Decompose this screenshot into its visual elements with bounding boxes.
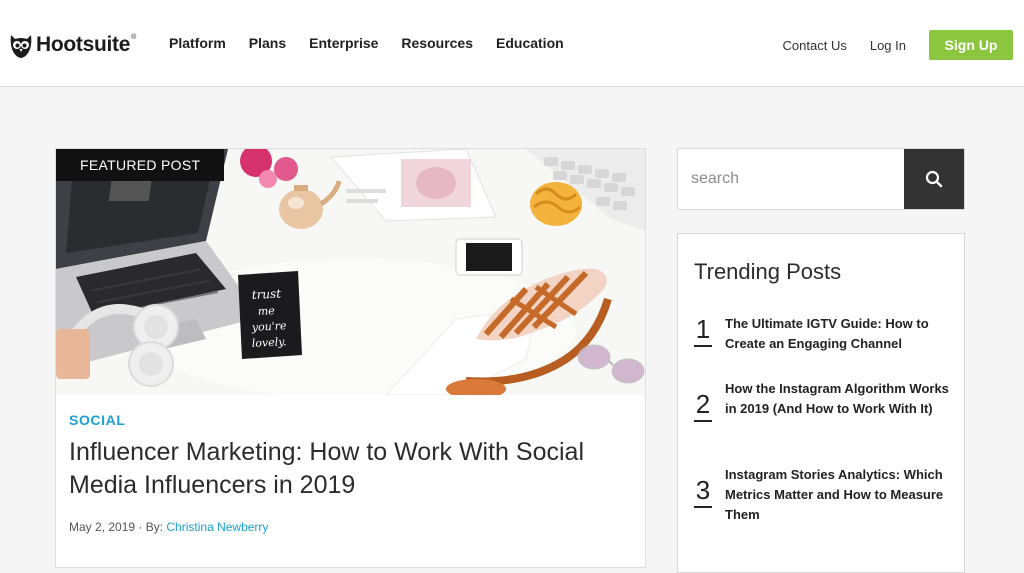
search-box [677, 148, 965, 210]
trending-item[interactable]: 3 Instagram Stories Analytics: Which Met… [694, 465, 954, 525]
trending-rank: 1 [694, 314, 725, 354]
hootsuite-logo[interactable]: Hootsuite ® [8, 29, 136, 61]
search-input[interactable] [678, 149, 904, 209]
trending-link[interactable]: The Ultimate IGTV Guide: How to Create a… [725, 314, 954, 354]
trending-link[interactable]: How the Instagram Algorithm Works in 201… [725, 379, 954, 422]
nav-resources[interactable]: Resources [401, 35, 473, 51]
trending-item[interactable]: 1 The Ultimate IGTV Guide: How to Create… [694, 314, 954, 354]
trending-posts-panel: Trending Posts 1 The Ultimate IGTV Guide… [677, 233, 965, 573]
post-author-link[interactable]: Christina Newberry [166, 520, 268, 534]
main-nav: Platform Plans Enterprise Resources Educ… [169, 35, 587, 51]
trending-item[interactable]: 2 How the Instagram Algorithm Works in 2… [694, 379, 954, 422]
trending-link[interactable]: Instagram Stories Analytics: Which Metri… [725, 465, 954, 525]
clutch-icon [56, 329, 90, 379]
post-title[interactable]: Influencer Marketing: How to Work With S… [69, 436, 634, 502]
featured-post-badge: FEATURED POST [56, 149, 225, 181]
nav-plans[interactable]: Plans [249, 35, 286, 51]
nav-platform[interactable]: Platform [169, 35, 226, 51]
flatlay-illustration: trust me you're lovely. [56, 149, 645, 395]
header-actions: Contact Us Log In Sign Up [783, 30, 1024, 60]
post-category[interactable]: SOCIAL [69, 412, 634, 428]
svg-text:lovely.: lovely. [251, 335, 286, 350]
featured-post-card[interactable]: trust me you're lovely. FEATURED POST SO… [55, 148, 646, 568]
trending-rank: 3 [694, 465, 725, 525]
sign-up-button[interactable]: Sign Up [929, 30, 1013, 60]
search-button[interactable] [904, 149, 964, 209]
trending-title: Trending Posts [694, 259, 842, 284]
svg-text:you're: you're [250, 319, 287, 334]
nav-enterprise[interactable]: Enterprise [309, 35, 378, 51]
login-link[interactable]: Log In [870, 38, 906, 53]
logo-wordmark: Hootsuite [36, 33, 131, 56]
site-header: Hootsuite ® Platform Plans Enterprise Res… [0, 0, 1024, 87]
pasta-icon [530, 182, 582, 226]
nav-education[interactable]: Education [496, 35, 564, 51]
svg-text:me: me [257, 304, 275, 318]
quote-card-icon: trust me you're lovely. [238, 271, 302, 359]
post-by-label: · By: [135, 520, 167, 534]
featured-post-body: SOCIAL Influencer Marketing: How to Work… [69, 412, 634, 534]
svg-text:trust: trust [251, 286, 281, 302]
trending-rank: 2 [694, 379, 725, 422]
featured-post-image[interactable]: trust me you're lovely. FEATURED POST [56, 149, 645, 395]
post-date: May 2, 2019 [69, 520, 136, 534]
post-meta: May 2, 2019 · By: Christina Newberry [69, 520, 634, 534]
owl-logo-icon [10, 35, 32, 58]
logo-registered-mark: ® [131, 33, 137, 41]
contact-us-link[interactable]: Contact Us [783, 38, 847, 53]
magnifier-icon [925, 170, 943, 188]
